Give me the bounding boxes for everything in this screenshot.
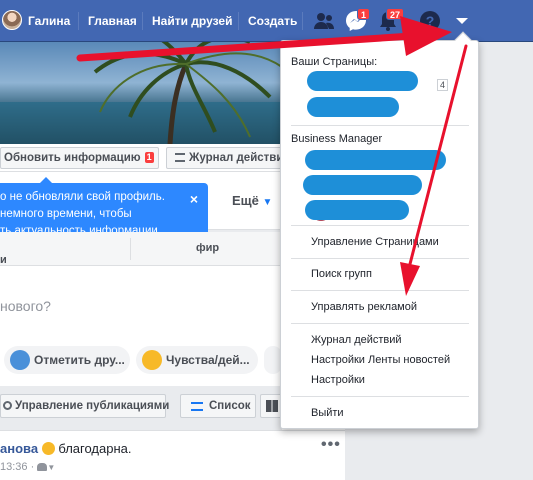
menu-item-manage-ads[interactable]: Управлять рекламой bbox=[311, 301, 417, 313]
gear-icon bbox=[3, 401, 12, 410]
menu-divider bbox=[291, 225, 469, 226]
tooltip-line-1: о не обновляли свой профиль. bbox=[0, 191, 165, 203]
friends-privacy-icon[interactable] bbox=[37, 463, 48, 471]
your-pages-header: Ваши Страницы: bbox=[291, 56, 378, 68]
menu-divider bbox=[291, 125, 469, 126]
post-options-icon[interactable]: ••• bbox=[321, 436, 341, 454]
menu-divider bbox=[291, 258, 469, 259]
tab-more[interactable]: Ещё ▼ bbox=[232, 193, 272, 208]
publications-bar: Управление публикациями Список bbox=[0, 392, 284, 422]
nav-create[interactable]: Создать bbox=[248, 0, 297, 42]
composer-input[interactable]: нового? bbox=[0, 298, 51, 314]
tooltip-pointer bbox=[40, 177, 52, 183]
menu-divider bbox=[291, 290, 469, 291]
close-icon[interactable]: × bbox=[190, 191, 198, 208]
account-menu-chevron-icon[interactable] bbox=[450, 9, 474, 33]
post-timestamp[interactable]: 13:36 · ▼ bbox=[0, 461, 55, 473]
redacted-page-name[interactable] bbox=[307, 71, 418, 91]
composer-tab-fragment[interactable]: фир bbox=[196, 242, 219, 254]
menu-item-manage-pages[interactable]: Управление Страницами bbox=[311, 236, 439, 248]
cover-photo[interactable] bbox=[0, 42, 282, 144]
help-icon[interactable]: ? bbox=[418, 9, 442, 33]
menu-divider bbox=[291, 396, 469, 397]
manage-posts-button[interactable]: Управление публикациями bbox=[0, 394, 170, 418]
post-text: благодарна. bbox=[58, 441, 132, 456]
manage-posts-label: Управление публикациями bbox=[15, 400, 170, 412]
friend-requests-icon[interactable] bbox=[312, 9, 336, 33]
menu-item-news-feed-settings[interactable]: Настройки Ленты новостей bbox=[311, 354, 450, 366]
list-icon bbox=[191, 402, 203, 411]
svg-text:?: ? bbox=[426, 13, 435, 29]
menu-item-find-groups[interactable]: Поиск групп bbox=[311, 268, 372, 280]
feelings-label: Чувства/дей... bbox=[166, 353, 250, 367]
feelings-button[interactable]: Чувства/дей... bbox=[136, 346, 258, 374]
smile-emoji-icon bbox=[41, 442, 55, 455]
nav-separator bbox=[142, 12, 143, 30]
nav-separator bbox=[302, 12, 303, 30]
messages-badge: 1 bbox=[357, 8, 371, 20]
tooltip-line-2: немного времени, чтобы bbox=[0, 208, 132, 220]
profile-action-bar: Обновить информацию 1 Журнал действий bbox=[0, 144, 286, 172]
nav-home[interactable]: Главная bbox=[88, 0, 137, 42]
redacted-business-name[interactable] bbox=[303, 175, 422, 195]
menu-item-activity-log[interactable]: Журнал действий bbox=[311, 334, 402, 346]
list-view-label: Список bbox=[209, 400, 251, 412]
list-icon bbox=[175, 153, 185, 162]
menu-item-settings[interactable]: Настройки bbox=[311, 374, 365, 386]
activity-log-button[interactable]: Журнал действий bbox=[166, 147, 286, 169]
nav-find-friends[interactable]: Найти друзей bbox=[152, 0, 232, 42]
tag-friends-label: Отметить дру... bbox=[34, 353, 125, 367]
chevron-down-icon: ▼ bbox=[47, 463, 56, 472]
post-author[interactable]: анова bbox=[0, 441, 38, 456]
tab-more-label: Ещё bbox=[232, 193, 259, 208]
nav-separator bbox=[238, 12, 239, 30]
redacted-page-name[interactable] bbox=[307, 97, 399, 117]
menu-divider bbox=[291, 323, 469, 324]
composer-tab-fragment-2[interactable]: и bbox=[0, 254, 7, 266]
activity-log-label: Журнал действий bbox=[189, 152, 286, 164]
business-manager-header[interactable]: Business Manager bbox=[291, 133, 382, 145]
tag-friends-button[interactable]: Отметить дру... bbox=[4, 346, 130, 374]
avatar[interactable] bbox=[2, 10, 22, 30]
nav-separator bbox=[78, 12, 79, 30]
tag-friends-icon bbox=[10, 350, 30, 370]
menu-item-log-out[interactable]: Выйти bbox=[311, 407, 344, 419]
account-dropdown-menu: Ваши Страницы: 4 Business Manager Управл… bbox=[280, 31, 479, 429]
composer-divider bbox=[130, 238, 131, 260]
redacted-business-name[interactable] bbox=[305, 150, 446, 170]
page-background-right bbox=[479, 42, 533, 480]
post-header: анова благодарна. bbox=[0, 441, 131, 456]
update-info-badge: 1 bbox=[144, 152, 154, 163]
nav-user-name[interactable]: Галина bbox=[28, 0, 70, 42]
chevron-down-icon: ▼ bbox=[262, 197, 273, 208]
emoji-icon bbox=[142, 350, 162, 370]
composer-header: фир и bbox=[0, 232, 282, 266]
post-time-label: 13:36 · bbox=[0, 461, 35, 473]
notifications-badge: 27 bbox=[386, 8, 405, 20]
top-navigation-bar: Галина Главная Найти друзей Создать 1 27… bbox=[0, 0, 533, 42]
redacted-business-name[interactable] bbox=[305, 200, 409, 220]
facebook-profile-screen: Обновить информацию 1 Журнал действий Ещё… bbox=[0, 0, 533, 480]
palm-tree-image bbox=[93, 42, 282, 144]
list-view-button[interactable]: Список bbox=[180, 394, 256, 418]
grid-icon bbox=[266, 400, 278, 412]
pages-count: 4 bbox=[437, 79, 449, 91]
update-info-button[interactable]: Обновить информацию 1 bbox=[0, 147, 159, 169]
update-info-label: Обновить информацию bbox=[4, 152, 141, 164]
